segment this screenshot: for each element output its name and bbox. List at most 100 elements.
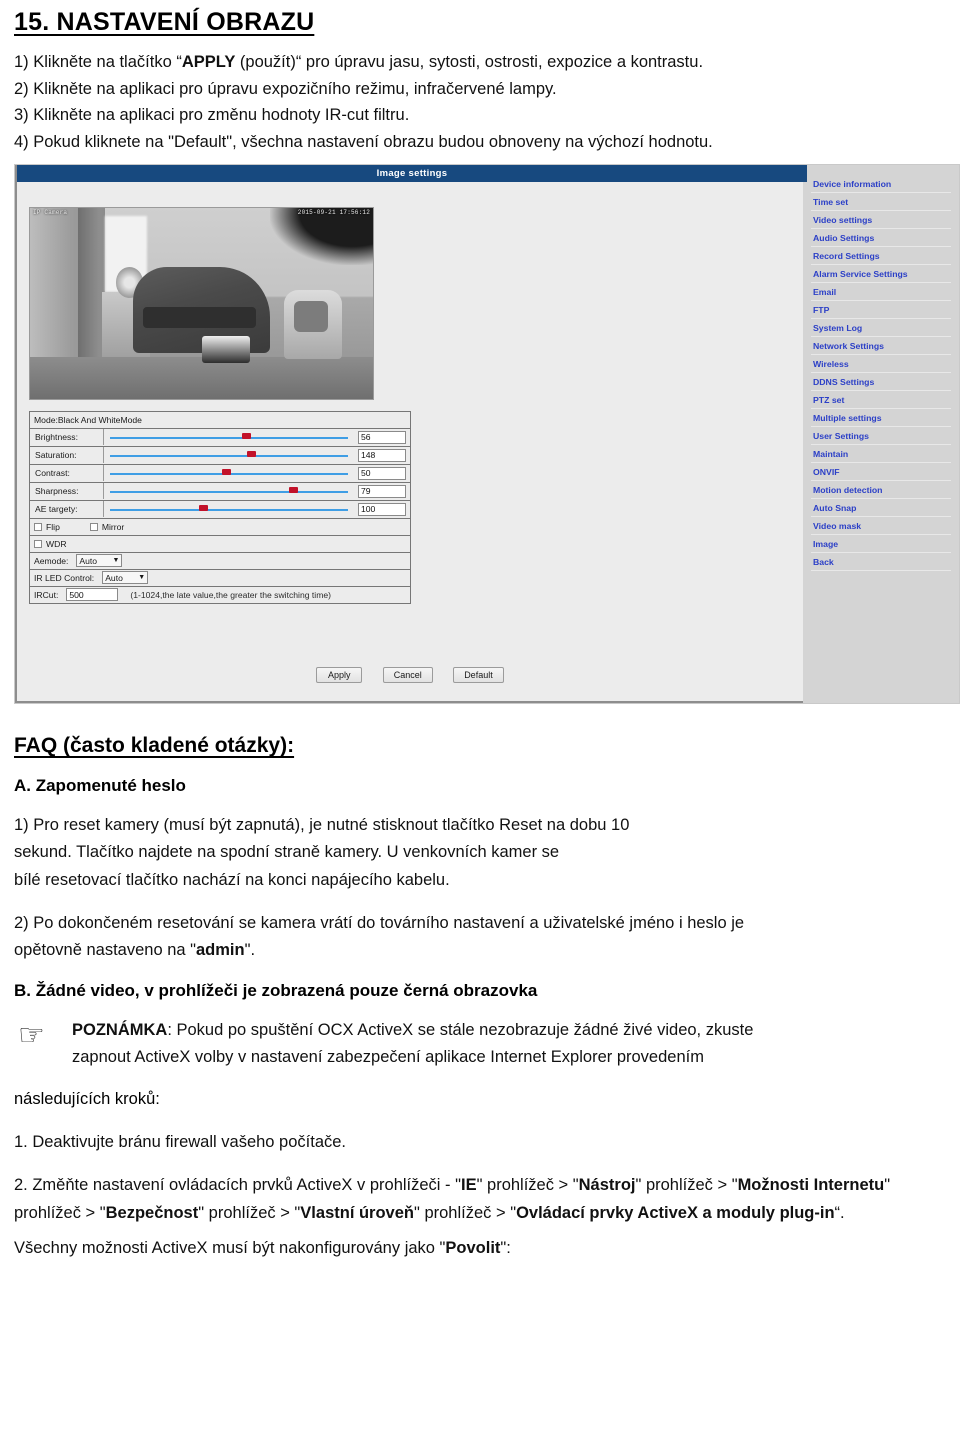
saturation-label: Saturation: [32,447,104,464]
brightness-value-wrap [358,430,408,444]
sharpness-value-wrap [358,484,408,498]
aemode-select[interactable]: Auto ▼ [76,554,123,568]
faq-b-step2-part-9: " prohlížeč > " [198,1203,301,1222]
saturation-row: Saturation: [30,447,410,465]
faq-a-paragraph-1: 1) Pro reset kamery (musí být zapnutá), … [14,812,952,894]
menu-item-email[interactable]: Email [811,283,951,301]
sharpness-value[interactable] [358,484,406,498]
faq-b-step2-part-1: IE [460,1176,477,1195]
chevron-down-icon: ▼ [138,574,146,582]
ae-target-slider[interactable] [104,501,354,518]
ir-led-control-select[interactable]: Auto ▼ [102,571,149,585]
menu-item-audio-settings[interactable]: Audio Settings [811,229,951,247]
slider-track [110,454,348,457]
menu-item-ddns-settings[interactable]: DDNS Settings [811,373,951,391]
step-3: 3) Klikněte na aplikaci pro změnu hodnot… [14,106,410,125]
menu-item-image[interactable]: Image [811,535,951,553]
menu-item-network-settings[interactable]: Network Settings [811,337,951,355]
aemode-row: Aemode: Auto ▼ [30,553,410,570]
wdr-checkbox[interactable]: WDR [34,539,67,549]
instruction-steps: 1) Klikněte na tlačítko “APPLY (použít)“… [14,49,952,156]
menu-item-maintain[interactable]: Maintain [811,445,951,463]
menu-item-user-settings[interactable]: User Settings [811,427,951,445]
menu-item-auto-snap[interactable]: Auto Snap [811,499,951,517]
checkbox-box[interactable] [34,522,42,531]
note-block: ☞ POZNÁMKA: Pokud po spuštění OCX Active… [14,1017,952,1072]
step-4: 4) Pokud kliknete na "Default", všechna … [14,133,713,152]
page-title: 15. NASTAVENÍ OBRAZU [14,8,315,36]
video-preview[interactable]: IP Camera 2015-09-21 17:56:12 [29,206,374,400]
slider-thumb[interactable] [246,450,256,457]
menu-item-ftp[interactable]: FTP [811,301,951,319]
image-settings-titlebar: Image settings [17,164,807,182]
menu-item-ptz-set[interactable]: PTZ set [811,391,951,409]
default-button[interactable]: Default [453,666,504,683]
faq-a-paragraph-2: 2) Po dokončeném resetování se kamera vr… [14,910,952,965]
menu-item-video-mask[interactable]: Video mask [811,517,951,535]
menu-item-device-information[interactable]: Device information [811,175,951,193]
faq-section-b-heading: B. Žádné video, v prohlížeči je zobrazen… [14,980,538,1000]
cancel-button[interactable]: Cancel [382,666,433,683]
menu-item-motion-detection[interactable]: Motion detection [811,481,951,499]
action-button-bar: Apply Cancel Default [17,665,803,683]
menu-item-video-settings[interactable]: Video settings [811,211,951,229]
ae-target-value[interactable] [358,502,406,516]
faq-title: FAQ (často kladené otázky): [14,733,295,757]
brightness-label: Brightness: [32,429,104,446]
ircut-label: IRCut: [34,589,59,600]
step-1-bold: APPLY [181,53,236,71]
sharpness-label: Sharpness: [32,483,104,500]
apply-button[interactable]: Apply [316,666,363,683]
mirror-label: Mirror [101,521,125,532]
brightness-value[interactable] [358,430,406,444]
menu-item-alarm-service-settings[interactable]: Alarm Service Settings [811,265,951,283]
faq-b-step-1: 1. Deaktivujte bránu firewall vašeho poč… [14,1132,347,1151]
faq-b-step2-part-11: " prohlížeč > " [414,1203,517,1222]
wdr-row: WDR [30,536,410,553]
slider-thumb[interactable] [221,468,231,475]
faq-b-step-2: 2. Změňte nastavení ovládacích prvků Act… [14,1172,952,1227]
checkbox-box[interactable] [89,522,98,531]
note-line-2: zapnout ActiveX volby v nastavení zabezp… [72,1048,704,1067]
step-1-post: (použít)“ pro úpravu jasu, sytosti, ostr… [235,53,704,71]
sharpness-slider[interactable] [104,483,354,500]
faq-a-p2-line1: 2) Po dokončeném resetování se kamera vr… [14,914,745,932]
contrast-value[interactable] [358,466,406,480]
ircut-hint: (1-1024,the late value,the greater the s… [130,589,331,600]
slider-track [110,508,348,511]
ircut-input[interactable] [66,588,119,602]
wdr-label: WDR [46,538,67,549]
step-1: 1) Klikněte na tlačítko “APPLY (použít)“… [14,49,952,76]
slider-track [110,490,348,493]
flip-checkbox[interactable]: Flip [34,522,60,532]
menu-item-system-log[interactable]: System Log [811,319,951,337]
note-line-3: následujících kroků: [14,1089,160,1108]
menu-item-record-settings[interactable]: Record Settings [811,247,951,265]
osd-camera-name: IP Camera [33,208,68,216]
chevron-down-icon: ▼ [112,557,120,565]
menu-item-onvif[interactable]: ONVIF [811,463,951,481]
menu-item-multiple-settings[interactable]: Multiple settings [811,409,951,427]
faq-b-step2-part-3: Nástroj [578,1176,636,1195]
faq-b-closing-bold: Povolit [445,1239,501,1257]
faq-a-p2-pre: opětovně nastaveno na " [14,941,196,960]
menu-item-back[interactable]: Back [811,553,951,571]
document-page: 15. NASTAVENÍ OBRAZU 1) Klikněte na tlač… [0,8,960,1262]
brightness-slider[interactable] [104,429,354,446]
slider-thumb[interactable] [289,486,298,493]
mirror-checkbox[interactable]: Mirror [89,521,125,532]
contrast-slider[interactable] [104,465,354,482]
faq-b-closing-pre: Všechny možnosti ActiveX musí být nakonf… [14,1239,446,1257]
saturation-value[interactable] [358,448,406,462]
ir-led-control-value: Auto [105,572,123,583]
slider-thumb[interactable] [241,432,251,439]
menu-item-wireless[interactable]: Wireless [811,355,951,373]
faq-section-a-heading: A. Zapomenuté heslo [14,775,186,795]
checkbox-box[interactable] [34,539,42,548]
saturation-slider[interactable] [104,447,354,464]
faq-b-step2-part-8: Bezpečnost [105,1203,199,1222]
ir-led-control-label: IR LED Control: [34,572,95,583]
embedded-screenshot: Image settings IP Camera 2015-09-21 17:5… [14,163,960,704]
menu-item-time-set[interactable]: Time set [811,193,951,211]
slider-thumb[interactable] [199,504,208,511]
